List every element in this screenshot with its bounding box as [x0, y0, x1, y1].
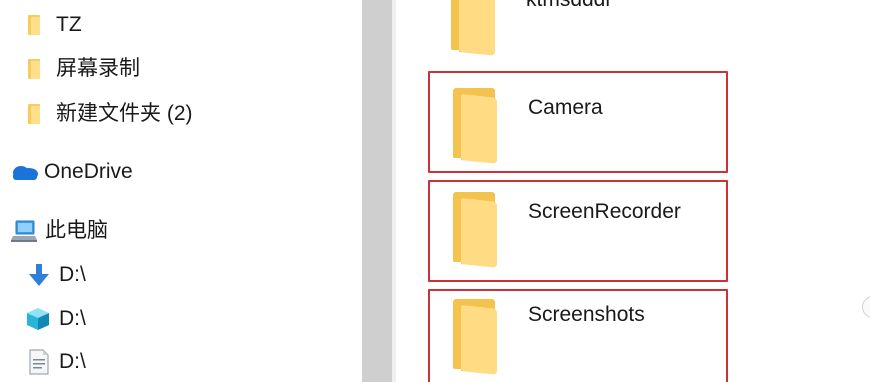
navigation-pane: TZ 屏幕录制 新建文件夹 (2) OneDrive 此电脑 D:\ D:\ D…: [0, 0, 362, 382]
download-arrow-icon: [28, 263, 50, 287]
3d-objects-icon: [26, 307, 50, 331]
nav-item-this-pc[interactable]: 此电脑: [11, 214, 108, 248]
nav-item-label: TZ: [56, 13, 82, 36]
folder-name: ScreenRecorder: [528, 200, 681, 223]
nav-item-label: 新建文件夹 (2): [56, 102, 193, 125]
folder-icon: [28, 59, 40, 79]
nav-item-label: D:\: [59, 307, 86, 330]
folder-item-screenshots[interactable]: Screenshots: [428, 289, 728, 382]
folder-item-camera[interactable]: Camera: [428, 71, 728, 173]
nav-item-label: D:\: [59, 350, 86, 373]
this-pc-icon: [11, 219, 37, 243]
folder-icon: [28, 15, 40, 35]
folder-name: Screenshots: [528, 303, 645, 326]
folder-icon: [447, 299, 503, 375]
folder-icon: [447, 88, 503, 164]
onedrive-cloud-icon: [9, 163, 39, 181]
folder-icon: [28, 104, 40, 124]
nav-item-downloads-drive[interactable]: D:\: [28, 258, 86, 292]
content-pane: ktmsdddl Camera ScreenRecorder: [396, 0, 870, 382]
nav-item-new-folder-2[interactable]: 新建文件夹 (2): [28, 97, 193, 131]
nav-item-label: 此电脑: [45, 219, 108, 242]
folder-name: ktmsdddl: [526, 0, 610, 12]
nav-item-onedrive[interactable]: OneDrive: [9, 155, 133, 189]
nav-item-tz[interactable]: TZ: [28, 8, 82, 42]
file-explorer-window: TZ 屏幕录制 新建文件夹 (2) OneDrive 此电脑 D:\ D:\ D…: [0, 0, 870, 382]
nav-item-label: 屏幕录制: [56, 57, 140, 80]
nav-item-label: D:\: [59, 263, 86, 286]
folder-name: Camera: [528, 96, 603, 119]
folder-item[interactable]: ktmsdddl: [428, 0, 728, 62]
folder-icon: [445, 0, 501, 56]
nav-scrollbar[interactable]: [362, 0, 392, 382]
nav-item-documents-drive[interactable]: D:\: [28, 345, 86, 379]
folder-icon: [447, 192, 503, 268]
nav-item-screen-recording[interactable]: 屏幕录制: [28, 52, 140, 86]
folder-item-screenrecorder[interactable]: ScreenRecorder: [428, 180, 728, 282]
document-icon: [28, 349, 50, 375]
nav-item-label: OneDrive: [44, 160, 133, 183]
nav-item-3d-objects-drive[interactable]: D:\: [26, 302, 86, 336]
